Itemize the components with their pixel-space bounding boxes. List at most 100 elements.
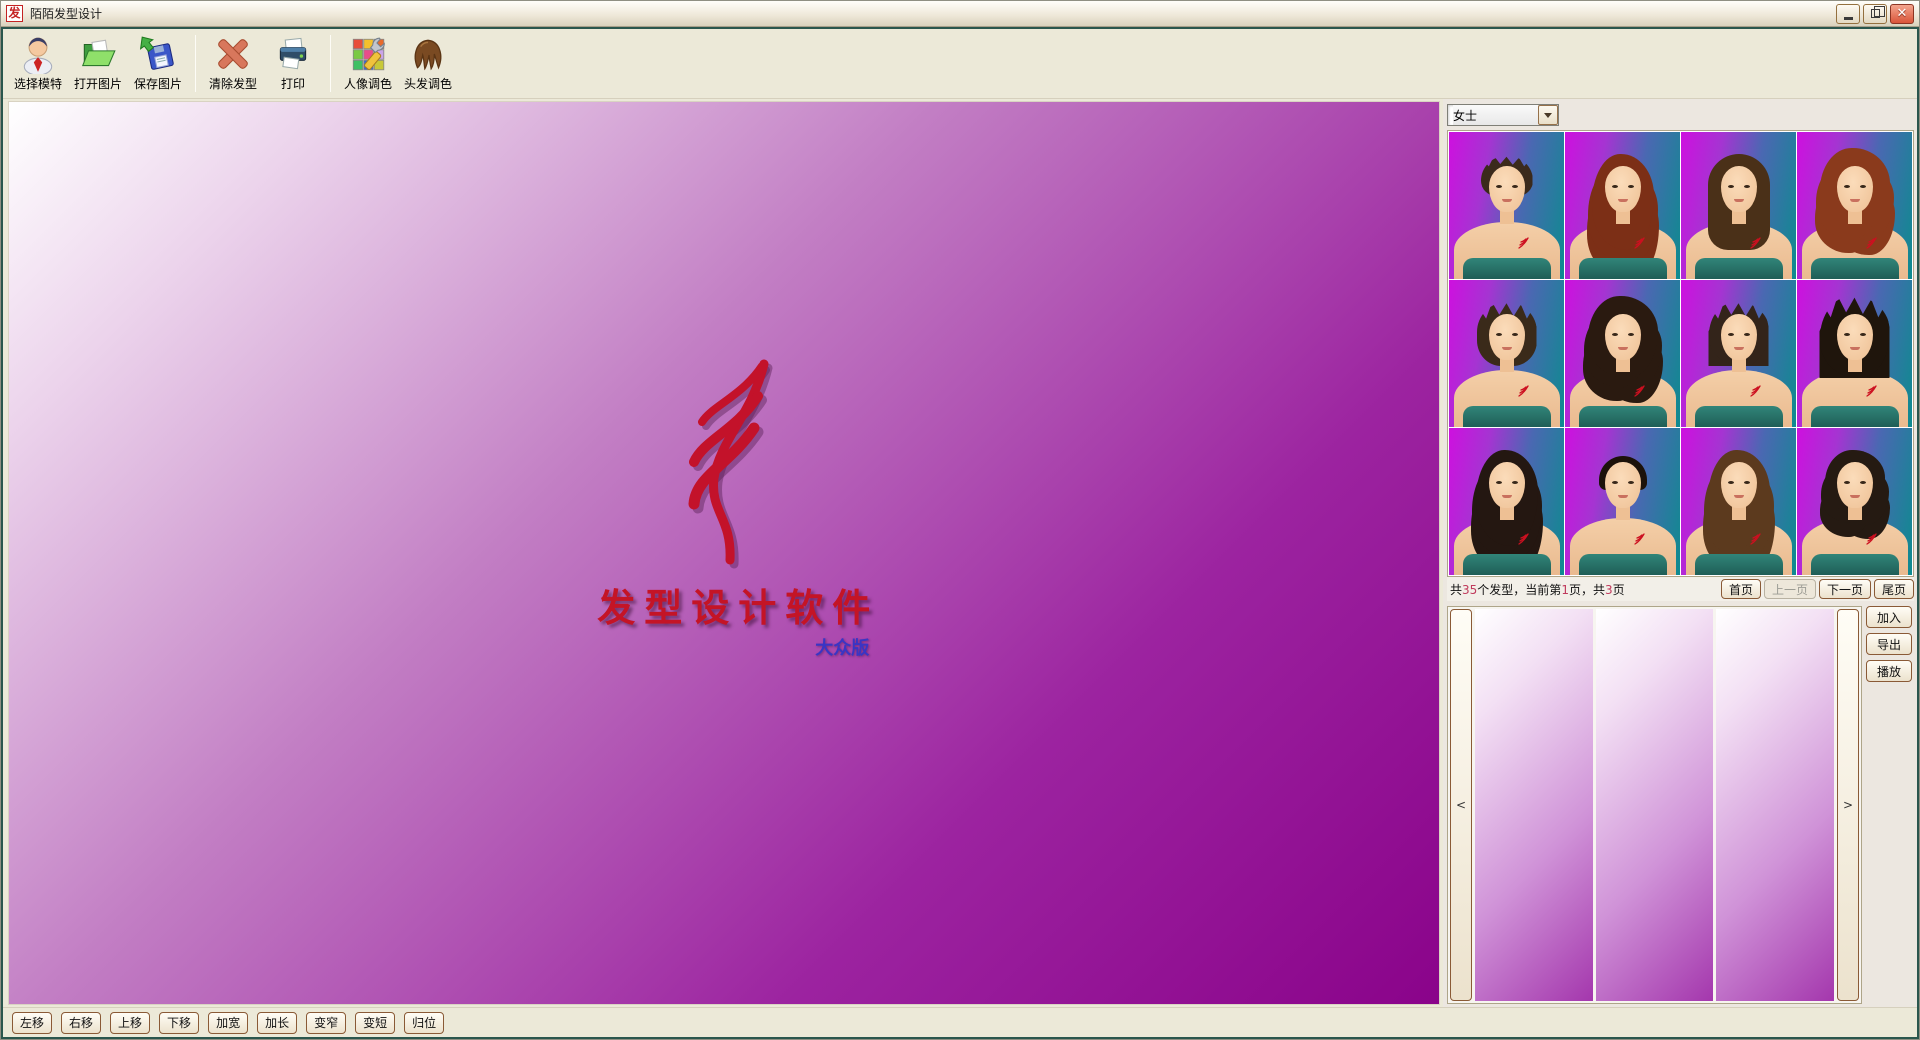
hairstyle-thumb-3[interactable]: [1681, 132, 1796, 279]
hairstyle-thumb-9[interactable]: [1449, 428, 1564, 575]
hairstyle-thumb-10[interactable]: [1565, 428, 1680, 575]
hairstyle-thumb-12[interactable]: [1797, 428, 1912, 575]
hairstyle-thumb-8[interactable]: [1797, 280, 1912, 427]
pagination-text: 页: [1613, 583, 1625, 597]
sequence-strip-panel: < >: [1447, 606, 1862, 1004]
prev-page-button[interactable]: 上一页: [1764, 579, 1816, 599]
model-face: [1837, 314, 1873, 360]
chest-swirl-icon: [1516, 531, 1532, 547]
model-top: [1695, 406, 1783, 427]
logo-subtitle: 大众版: [597, 634, 879, 660]
chest-swirl-icon: [1864, 531, 1880, 547]
category-select[interactable]: 女士: [1447, 104, 1559, 126]
lengthen-button[interactable]: 加长: [257, 1012, 297, 1034]
sequence-slot-1: [1475, 609, 1593, 1001]
play-button[interactable]: 播放: [1866, 660, 1912, 682]
next-page-button[interactable]: 下一页: [1819, 579, 1871, 599]
sequence-slot-2: [1596, 609, 1714, 1001]
chest-swirl-icon: [1748, 235, 1764, 251]
chest-swirl-icon: [1864, 235, 1880, 251]
titlebar[interactable]: 发 陌陌发型设计 ✕: [1, 1, 1919, 27]
portrait-tune-icon: [348, 34, 388, 74]
dropdown-arrow-button[interactable]: [1538, 105, 1558, 125]
open-image-button[interactable]: 打开图片: [69, 31, 127, 96]
logo-swirl-icon: [668, 356, 808, 571]
move-right-button[interactable]: 右移: [61, 1012, 101, 1034]
logo-title: 发型设计软件: [597, 577, 879, 632]
move-down-button[interactable]: 下移: [159, 1012, 199, 1034]
restore-button[interactable]: [1863, 4, 1887, 24]
shorten-button[interactable]: 变短: [355, 1012, 395, 1034]
toolbar-button-label: 保存图片: [134, 75, 182, 92]
model-face: [1605, 166, 1641, 212]
sequence-scroll-right-button[interactable]: >: [1837, 609, 1859, 1001]
pagination-bar: 共35个发型，当前第1页，共3页 首页 上一页 下一页 尾页: [1447, 577, 1914, 601]
hairstyle-thumb-2[interactable]: [1565, 132, 1680, 279]
pagination-text: 共: [1450, 583, 1462, 597]
clear-x-icon: [213, 34, 253, 74]
model-top: [1463, 406, 1551, 427]
model-face: [1721, 314, 1757, 360]
toolbar-separator: [195, 35, 196, 92]
model-face: [1489, 166, 1525, 212]
save-image-button[interactable]: 保存图片: [129, 31, 187, 96]
hairstyle-panel: 女士: [1443, 99, 1917, 1007]
select-model-button[interactable]: 选择模特: [9, 31, 67, 96]
model-person-icon: [18, 34, 58, 74]
model-face: [1489, 462, 1525, 508]
pagination-total-pages: 3: [1605, 583, 1613, 597]
hairstyle-thumb-1[interactable]: [1449, 132, 1564, 279]
narrow-button[interactable]: 变窄: [306, 1012, 346, 1034]
reset-button[interactable]: 归位: [404, 1012, 444, 1034]
hairstyle-thumb-5[interactable]: [1449, 280, 1564, 427]
model-face: [1605, 462, 1641, 508]
model-top: [1579, 406, 1667, 427]
minimize-button[interactable]: [1836, 4, 1860, 24]
first-page-button[interactable]: 首页: [1721, 579, 1761, 599]
close-button[interactable]: ✕: [1890, 4, 1914, 24]
app-icon: 发: [6, 5, 23, 22]
hair-tune-button[interactable]: 头发调色: [399, 31, 457, 96]
model-top: [1579, 258, 1667, 279]
last-page-button[interactable]: 尾页: [1874, 579, 1914, 599]
sequence-buttons: 加入 导出 播放: [1866, 606, 1914, 1004]
clear-hairstyle-button[interactable]: 清除发型: [204, 31, 262, 96]
portrait-tune-button[interactable]: 人像调色: [339, 31, 397, 96]
toolbar-button-label: 头发调色: [404, 75, 452, 92]
restore-icon: [1871, 9, 1880, 18]
hairstyle-thumb-11[interactable]: [1681, 428, 1796, 575]
model-top: [1811, 406, 1899, 427]
hairstyle-grid-frame: [1447, 130, 1914, 577]
pagination-text: 个发型，当前第: [1477, 583, 1561, 597]
move-up-button[interactable]: 上移: [110, 1012, 150, 1034]
toolbar-button-label: 清除发型: [209, 75, 257, 92]
hairstyle-thumb-4[interactable]: [1797, 132, 1912, 279]
chevron-down-icon: [1544, 113, 1552, 118]
app-window: 发 陌陌发型设计 ✕ 选择模特: [0, 0, 1920, 1040]
chest-swirl-icon: [1516, 383, 1532, 399]
pagination-summary: 共35个发型，当前第1页，共3页: [1447, 581, 1718, 598]
model-face: [1721, 166, 1757, 212]
hairstyle-thumb-6[interactable]: [1565, 280, 1680, 427]
toolbar-separator: [330, 35, 331, 92]
hairstyle-grid: [1449, 132, 1912, 575]
chest-swirl-icon: [1632, 383, 1648, 399]
close-icon: ✕: [1897, 7, 1908, 20]
pagination-total-count: 35: [1462, 583, 1477, 597]
widen-button[interactable]: 加宽: [208, 1012, 248, 1034]
add-button[interactable]: 加入: [1866, 606, 1912, 628]
design-canvas: 发型设计软件 大众版: [8, 101, 1440, 1005]
window-title: 陌陌发型设计: [30, 5, 102, 22]
print-button[interactable]: 打印: [264, 31, 322, 96]
model-top: [1695, 554, 1783, 575]
model-top: [1463, 258, 1551, 279]
model-top: [1579, 554, 1667, 575]
model-face: [1605, 314, 1641, 360]
hairstyle-thumb-7[interactable]: [1681, 280, 1796, 427]
sequence-scroll-left-button[interactable]: <: [1450, 609, 1472, 1001]
move-left-button[interactable]: 左移: [12, 1012, 52, 1034]
chest-swirl-icon: [1748, 383, 1764, 399]
workspace: 发型设计软件 大众版 女士: [3, 99, 1917, 1007]
toolbar-button-label: 人像调色: [344, 75, 392, 92]
export-button[interactable]: 导出: [1866, 633, 1912, 655]
